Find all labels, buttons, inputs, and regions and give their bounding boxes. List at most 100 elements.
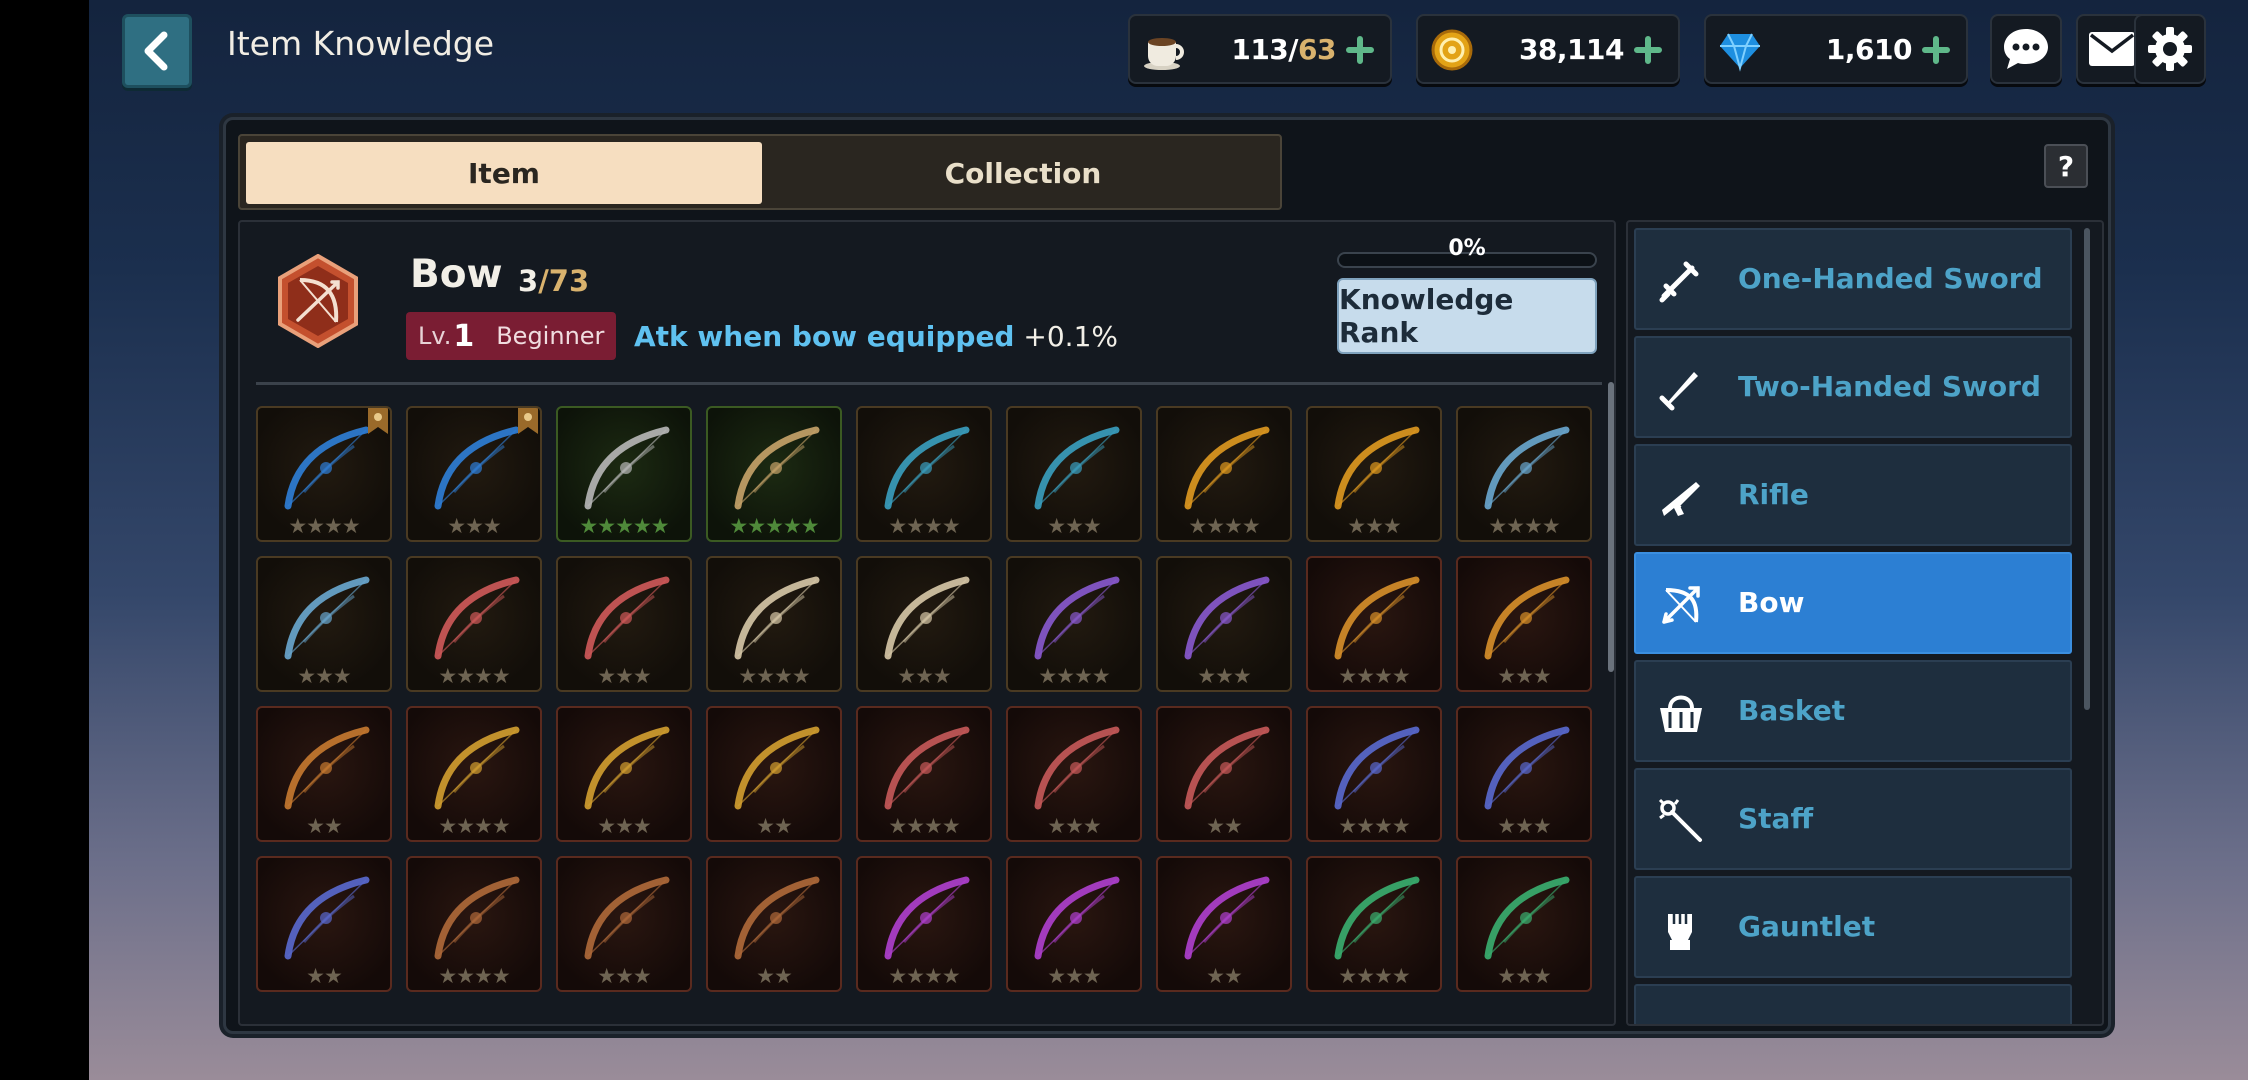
bow-emblem-icon	[278, 254, 358, 348]
item-slot[interactable]: ★★	[256, 706, 392, 842]
stamina-value: 113/63	[1231, 33, 1336, 66]
bow-item-icon	[1484, 876, 1570, 960]
item-slot[interactable]: ★★★★	[1306, 856, 1442, 992]
star-rating: ★★	[1206, 964, 1243, 988]
item-slot[interactable]: ★★★	[1006, 406, 1142, 542]
add-gems-icon[interactable]	[1918, 28, 1954, 72]
category-one-handed-sword[interactable]: One-Handed Sword	[1634, 228, 2072, 330]
chat-button[interactable]	[1990, 14, 2062, 84]
bow-item-icon	[1034, 876, 1120, 960]
bow-item-icon	[584, 726, 670, 810]
help-button[interactable]: ?	[2044, 144, 2088, 188]
gem-value: 1,610	[1825, 33, 1913, 66]
chat-bubble-icon	[2004, 29, 2048, 69]
item-slot[interactable]: ★★★★	[406, 556, 542, 692]
item-slot[interactable]: ★★★★	[856, 706, 992, 842]
item-slot[interactable]: ★★★	[1456, 706, 1592, 842]
stamina-counter[interactable]: 113/63	[1128, 14, 1392, 84]
star-rating: ★★	[1206, 814, 1243, 838]
knowledge-rank-button[interactable]: Knowledge Rank	[1337, 278, 1597, 354]
tab-collection[interactable]: Collection	[768, 142, 1278, 204]
gear-icon	[2148, 27, 2192, 71]
item-slot[interactable]: ★★★★	[256, 406, 392, 542]
star-rating: ★★★★	[438, 964, 510, 988]
envelope-icon	[2089, 32, 2135, 66]
one-handed-sword-icon	[1656, 256, 1706, 306]
knowledge-progress-label: 0%	[1448, 236, 1486, 261]
bow-item-icon	[1184, 576, 1270, 660]
category-label: Basket	[1738, 694, 1846, 727]
item-slot[interactable]: ★★★★	[1456, 406, 1592, 542]
item-slot[interactable]: ★★★	[1006, 856, 1142, 992]
add-stamina-icon[interactable]	[1342, 28, 1378, 72]
star-rating: ★★	[306, 964, 343, 988]
gem-counter[interactable]: 1,610	[1704, 14, 1968, 84]
star-rating: ★★★	[1347, 514, 1401, 538]
category-label: Rifle	[1738, 478, 1809, 511]
category-scrollbar[interactable]	[2084, 228, 2090, 710]
bow-item-icon	[284, 576, 370, 660]
category-label: Staff	[1738, 802, 1814, 835]
item-slot[interactable]: ★★	[256, 856, 392, 992]
item-slot[interactable]: ★★★	[1306, 406, 1442, 542]
item-slot[interactable]: ★★★★	[706, 556, 842, 692]
item-slot[interactable]: ★★★★	[1006, 556, 1142, 692]
item-slot[interactable]: ★★	[1156, 856, 1292, 992]
item-slot[interactable]: ★★★★★	[706, 406, 842, 542]
item-slot[interactable]: ★★★	[556, 706, 692, 842]
category-bow[interactable]: Bow	[1634, 552, 2072, 654]
back-button[interactable]	[122, 14, 192, 88]
bow-item-icon	[1334, 426, 1420, 510]
bow-item-icon	[884, 426, 970, 510]
weapon-detail-panel: Bow 3/73 Lv. 1 Beginner Atk when bow equip…	[238, 220, 1616, 1026]
star-rating: ★★★	[1047, 514, 1101, 538]
bookmark-badge-icon	[518, 408, 538, 434]
item-slot[interactable]: ★★★★	[1306, 556, 1442, 692]
bow-item-icon	[734, 876, 820, 960]
category-basket[interactable]: Basket	[1634, 660, 2072, 762]
rifle-icon	[1656, 472, 1706, 522]
item-slot[interactable]: ★★★	[406, 406, 542, 542]
star-rating: ★★★★	[738, 664, 810, 688]
item-slot[interactable]: ★★★	[556, 856, 692, 992]
star-rating: ★★	[756, 964, 793, 988]
item-slot[interactable]: ★★	[706, 706, 842, 842]
item-slot[interactable]: ★★★★	[856, 406, 992, 542]
item-slot[interactable]: ★★★	[856, 556, 992, 692]
item-slot[interactable]: ★★★	[1456, 556, 1592, 692]
settings-button[interactable]	[2134, 14, 2206, 84]
item-slot[interactable]: ★★★★	[856, 856, 992, 992]
item-slot[interactable]: ★★★	[256, 556, 392, 692]
star-rating: ★★★★	[1338, 664, 1410, 688]
category-rifle[interactable]: Rifle	[1634, 444, 2072, 546]
item-slot[interactable]: ★★★★	[406, 706, 542, 842]
category-more[interactable]	[1634, 984, 2072, 1024]
more-category-icon	[1656, 1012, 1706, 1024]
grid-scrollbar[interactable]	[1608, 382, 1614, 672]
tab-item[interactable]: Item	[246, 142, 762, 204]
star-rating: ★★★★	[1488, 514, 1560, 538]
category-staff[interactable]: Staff	[1634, 768, 2072, 870]
bow-item-icon	[1184, 876, 1270, 960]
item-slot[interactable]: ★★★	[1156, 556, 1292, 692]
gold-counter[interactable]: 38,114	[1416, 14, 1680, 84]
star-rating: ★★★★	[1338, 814, 1410, 838]
item-slot[interactable]: ★★★★	[406, 856, 542, 992]
item-slot[interactable]: ★★★★	[1306, 706, 1442, 842]
item-slot[interactable]: ★★	[706, 856, 842, 992]
star-rating: ★★★★	[1338, 964, 1410, 988]
category-gauntlet[interactable]: Gauntlet	[1634, 876, 2072, 978]
item-slot[interactable]: ★★★★	[1156, 406, 1292, 542]
item-slot[interactable]: ★★	[1156, 706, 1292, 842]
item-slot[interactable]: ★★★	[556, 556, 692, 692]
category-two-handed-sword[interactable]: Two-Handed Sword	[1634, 336, 2072, 438]
coffee-cup-icon	[1142, 28, 1186, 72]
item-slot[interactable]: ★★★★★	[556, 406, 692, 542]
staff-icon	[1656, 796, 1706, 846]
item-slot[interactable]: ★★★	[1456, 856, 1592, 992]
bow-item-icon	[1034, 426, 1120, 510]
add-gold-icon[interactable]	[1630, 28, 1666, 72]
star-rating: ★★★★	[888, 964, 960, 988]
item-slot[interactable]: ★★★	[1006, 706, 1142, 842]
star-rating: ★★★	[297, 664, 351, 688]
